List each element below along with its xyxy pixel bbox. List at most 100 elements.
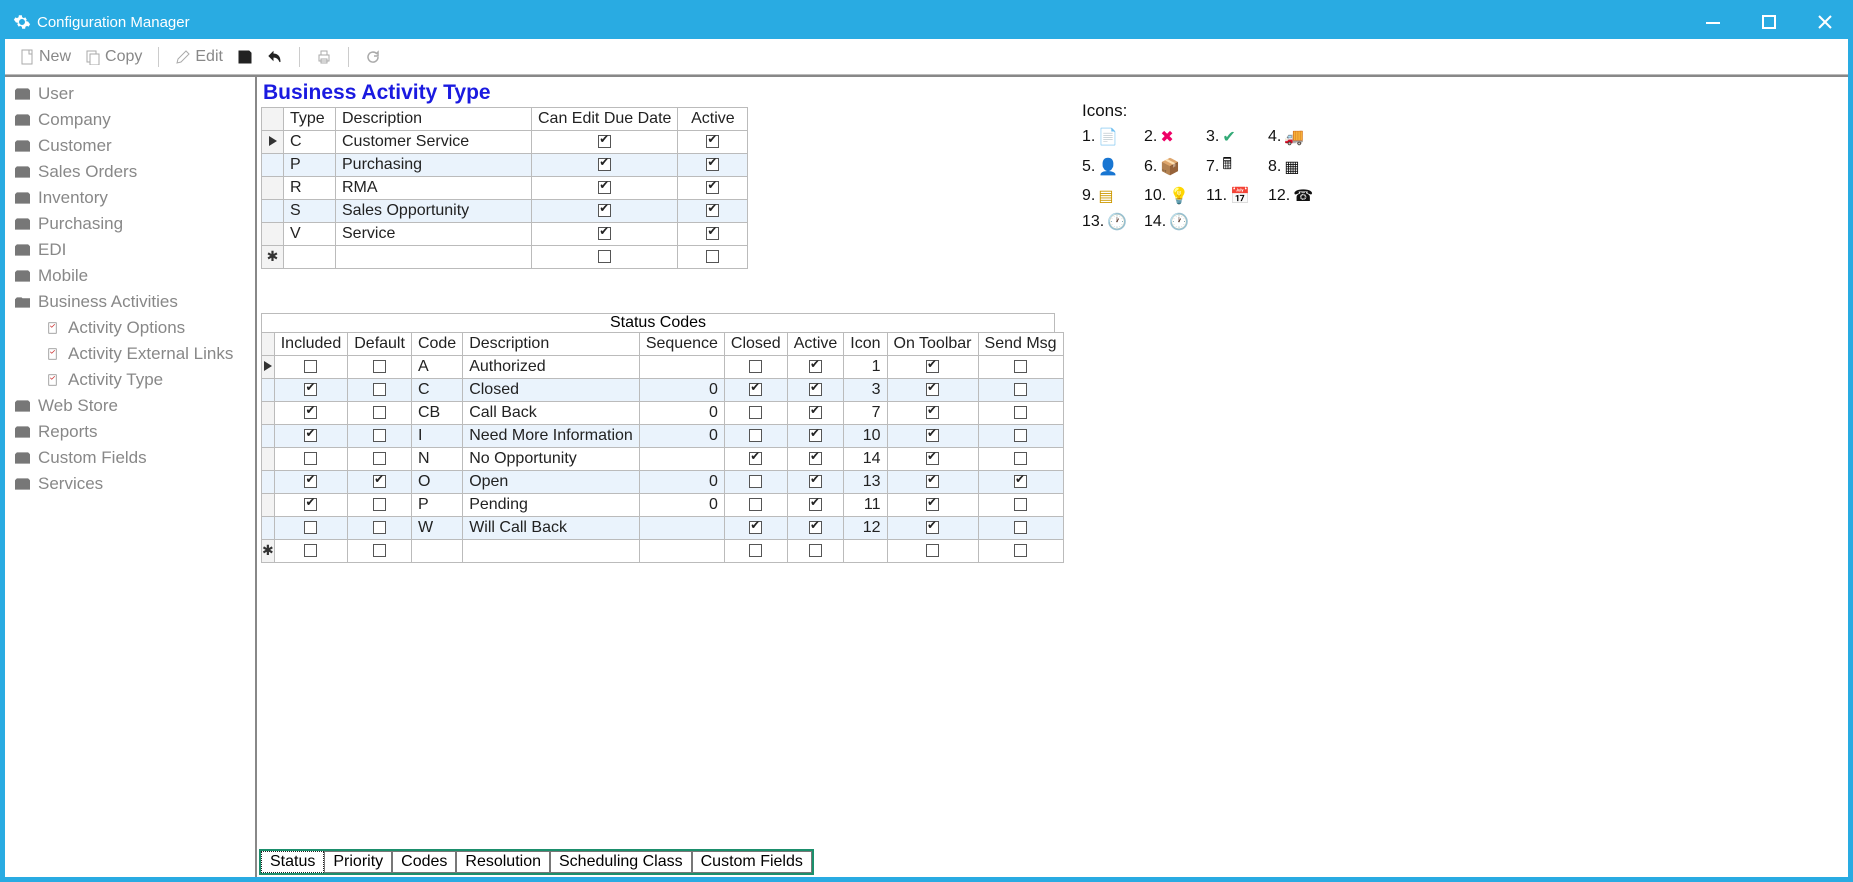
row-indicator[interactable] <box>262 154 284 177</box>
sidebar-item-edi[interactable]: EDI <box>5 237 255 263</box>
cell-desc[interactable]: Sales Opportunity <box>336 200 532 223</box>
checkbox[interactable] <box>749 429 762 442</box>
cell-code[interactable]: CB <box>411 402 462 425</box>
cell-seq[interactable] <box>639 517 724 540</box>
cell-active[interactable] <box>787 471 844 494</box>
cell-send[interactable] <box>978 402 1063 425</box>
cell-desc[interactable]: Closed <box>463 379 640 402</box>
col-toolbar[interactable]: On Toolbar <box>887 333 978 356</box>
cell-active[interactable] <box>678 131 748 154</box>
checkbox[interactable] <box>809 544 822 557</box>
cell-icon[interactable]: 12 <box>844 517 887 540</box>
row-indicator[interactable] <box>262 223 284 246</box>
cell-send[interactable] <box>978 356 1063 379</box>
cell-toolbar[interactable] <box>887 425 978 448</box>
cell-included[interactable] <box>274 402 348 425</box>
cell-icon[interactable]: 10 <box>844 425 887 448</box>
cell-icon[interactable]: 13 <box>844 471 887 494</box>
row-indicator[interactable] <box>262 177 284 200</box>
checkbox[interactable] <box>809 383 822 396</box>
col-code[interactable]: Code <box>411 333 462 356</box>
sidebar-item-purchasing[interactable]: Purchasing <box>5 211 255 237</box>
checkbox[interactable] <box>706 135 719 148</box>
cell-can-edit[interactable] <box>532 131 678 154</box>
cell-active[interactable] <box>787 356 844 379</box>
sidebar-item-activity-external-links[interactable]: Activity External Links <box>5 341 255 367</box>
checkbox[interactable] <box>304 452 317 465</box>
checkbox[interactable] <box>809 360 822 373</box>
checkbox[interactable] <box>926 475 939 488</box>
table-row[interactable]: INeed More Information010 <box>262 425 1064 448</box>
cell-icon[interactable]: 11 <box>844 494 887 517</box>
cell-closed[interactable] <box>724 517 787 540</box>
cell-send[interactable] <box>978 448 1063 471</box>
checkbox[interactable] <box>1014 406 1027 419</box>
cell-desc[interactable]: Service <box>336 223 532 246</box>
table-row[interactable]: WWill Call Back12 <box>262 517 1064 540</box>
checkbox[interactable] <box>1014 383 1027 396</box>
cell-seq[interactable]: 0 <box>639 379 724 402</box>
tab-custom-fields[interactable]: Custom Fields <box>692 851 812 873</box>
table-row[interactable]: RRMA <box>262 177 748 200</box>
checkbox[interactable] <box>373 544 386 557</box>
checkbox[interactable] <box>809 521 822 534</box>
cell-type[interactable]: P <box>284 154 336 177</box>
table-row[interactable]: OOpen013 <box>262 471 1064 494</box>
checkbox[interactable] <box>373 521 386 534</box>
cell-included[interactable] <box>274 517 348 540</box>
cell-code[interactable]: I <box>411 425 462 448</box>
cell-closed[interactable] <box>724 356 787 379</box>
cell-closed[interactable] <box>724 402 787 425</box>
tab-scheduling-class[interactable]: Scheduling Class <box>550 851 692 873</box>
cell-closed[interactable] <box>724 494 787 517</box>
cell-included[interactable] <box>274 471 348 494</box>
cell-can-edit[interactable] <box>532 177 678 200</box>
cell-desc[interactable]: Authorized <box>463 356 640 379</box>
row-indicator[interactable] <box>262 131 284 154</box>
tab-priority[interactable]: Priority <box>324 851 392 873</box>
cell-seq[interactable] <box>639 448 724 471</box>
sidebar-item-activity-type[interactable]: Activity Type <box>5 367 255 393</box>
close-button[interactable] <box>1816 13 1834 31</box>
table-row[interactable]: NNo Opportunity14 <box>262 448 1064 471</box>
sidebar-item-user[interactable]: User <box>5 81 255 107</box>
sidebar-item-customer[interactable]: Customer <box>5 133 255 159</box>
cell-included[interactable] <box>274 425 348 448</box>
cell-code[interactable]: O <box>411 471 462 494</box>
checkbox[interactable] <box>706 181 719 194</box>
cell-desc[interactable]: Call Back <box>463 402 640 425</box>
cell-icon[interactable]: 14 <box>844 448 887 471</box>
new-button[interactable]: New <box>15 48 75 66</box>
cell-desc[interactable]: Purchasing <box>336 154 532 177</box>
cell-default[interactable] <box>348 494 412 517</box>
new-row-indicator[interactable]: ✱ <box>262 246 284 269</box>
checkbox[interactable] <box>1014 498 1027 511</box>
cell-active[interactable] <box>678 223 748 246</box>
status-codes-grid[interactable]: Included Default Code Description Sequen… <box>261 332 1064 563</box>
save-button[interactable] <box>233 49 257 65</box>
row-indicator[interactable] <box>262 402 275 425</box>
sidebar-item-mobile[interactable]: Mobile <box>5 263 255 289</box>
table-row[interactable]: CCustomer Service <box>262 131 748 154</box>
checkbox[interactable] <box>304 429 317 442</box>
cell-code[interactable]: P <box>411 494 462 517</box>
row-indicator[interactable] <box>262 379 275 402</box>
tab-codes[interactable]: Codes <box>392 851 456 873</box>
cell-toolbar[interactable] <box>887 494 978 517</box>
checkbox[interactable] <box>304 406 317 419</box>
table-row[interactable]: AAuthorized1 <box>262 356 1064 379</box>
col-desc[interactable]: Description <box>463 333 640 356</box>
row-indicator[interactable] <box>262 471 275 494</box>
row-indicator[interactable] <box>262 200 284 223</box>
checkbox[interactable] <box>926 360 939 373</box>
checkbox[interactable] <box>304 360 317 373</box>
cell-default[interactable] <box>348 356 412 379</box>
sidebar-item-web-store[interactable]: Web Store <box>5 393 255 419</box>
cell-icon[interactable]: 1 <box>844 356 887 379</box>
row-indicator[interactable] <box>262 356 275 379</box>
cell-active[interactable] <box>678 177 748 200</box>
maximize-button[interactable] <box>1760 13 1778 31</box>
cell-send[interactable] <box>978 379 1063 402</box>
undo-button[interactable] <box>263 49 287 65</box>
cell-closed[interactable] <box>724 448 787 471</box>
